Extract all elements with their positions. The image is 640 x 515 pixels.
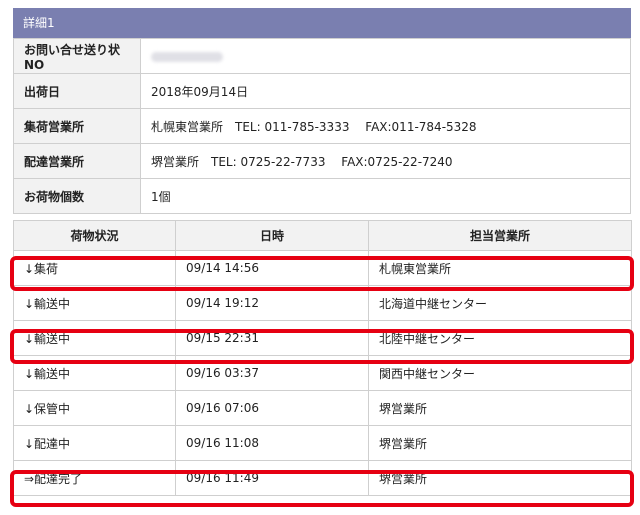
datetime-cell: 09/16 03:37 [175,355,369,391]
table-row: ↓輸送中 09/14 19:12 北海道中継センター [13,285,632,321]
status-cell: ↓輸送中 [13,320,176,356]
tracking-table: 荷物状況 日時 担当営業所 ↓集荷 09/14 14:56 札幌東営業所 ↓輸送… [13,220,632,496]
office-cell: 関西中継センター [368,355,632,391]
datetime-cell: 09/16 07:06 [175,390,369,426]
info-label: お荷物個数 [13,178,141,214]
office-cell: 北海道中継センター [368,285,632,321]
shipment-info-table: お問い合せ送り状NO 出荷日 2018年09月14日 集荷営業所 札幌東営業所 … [13,38,631,214]
column-header-status: 荷物状況 [13,220,176,251]
table-row: ↓輸送中 09/16 03:37 関西中継センター [13,355,632,391]
column-header-office: 担当営業所 [368,220,632,251]
info-label: 配達営業所 [13,143,141,179]
info-value: 1個 [140,178,631,214]
info-row-tracking-number: お問い合せ送り状NO [13,38,631,74]
info-row-ship-date: 出荷日 2018年09月14日 [13,73,631,109]
panel-title: 詳細1 [13,8,631,38]
datetime-cell: 09/16 11:08 [175,425,369,461]
info-value: 堺営業所 TEL: 0725-22-7733 FAX:0725-22-7240 [140,143,631,179]
table-row: ↓配達中 09/16 11:08 堺営業所 [13,425,632,461]
status-cell: ↓保管中 [13,390,176,426]
datetime-cell: 09/15 22:31 [175,320,369,356]
datetime-cell: 09/14 19:12 [175,285,369,321]
info-row-delivery-office: 配達営業所 堺営業所 TEL: 0725-22-7733 FAX:0725-22… [13,143,631,179]
datetime-cell: 09/14 14:56 [175,250,369,286]
info-label: 出荷日 [13,73,141,109]
status-cell: ↓輸送中 [13,285,176,321]
tracking-header-row: 荷物状況 日時 担当営業所 [13,220,632,251]
table-row: ↓保管中 09/16 07:06 堺営業所 [13,390,632,426]
info-label: 集荷営業所 [13,108,141,144]
status-cell: ↓配達中 [13,425,176,461]
status-cell: ↓輸送中 [13,355,176,391]
office-cell: 堺営業所 [368,425,632,461]
info-row-pickup-office: 集荷営業所 札幌東営業所 TEL: 011-785-3333 FAX:011-7… [13,108,631,144]
info-value: 札幌東営業所 TEL: 011-785-3333 FAX:011-784-532… [140,108,631,144]
office-cell: 札幌東営業所 [368,250,632,286]
office-cell: 北陸中継センター [368,320,632,356]
info-value: 2018年09月14日 [140,73,631,109]
info-label: お問い合せ送り状NO [13,38,141,74]
status-cell: ↓集荷 [13,250,176,286]
redacted-tracking-number [151,51,223,62]
info-row-package-count: お荷物個数 1個 [13,178,631,214]
column-header-datetime: 日時 [175,220,369,251]
office-cell: 堺営業所 [368,460,632,496]
table-row: ↓集荷 09/14 14:56 札幌東営業所 [13,250,632,286]
detail-panel: 詳細1 お問い合せ送り状NO 出荷日 2018年09月14日 集荷営業所 札幌東… [13,8,632,496]
office-cell: 堺営業所 [368,390,632,426]
tracking-number-value [140,38,631,74]
table-row: ⇒配達完了 09/16 11:49 堺営業所 [13,460,632,496]
table-row: ↓輸送中 09/15 22:31 北陸中継センター [13,320,632,356]
status-cell: ⇒配達完了 [13,460,176,496]
datetime-cell: 09/16 11:49 [175,460,369,496]
